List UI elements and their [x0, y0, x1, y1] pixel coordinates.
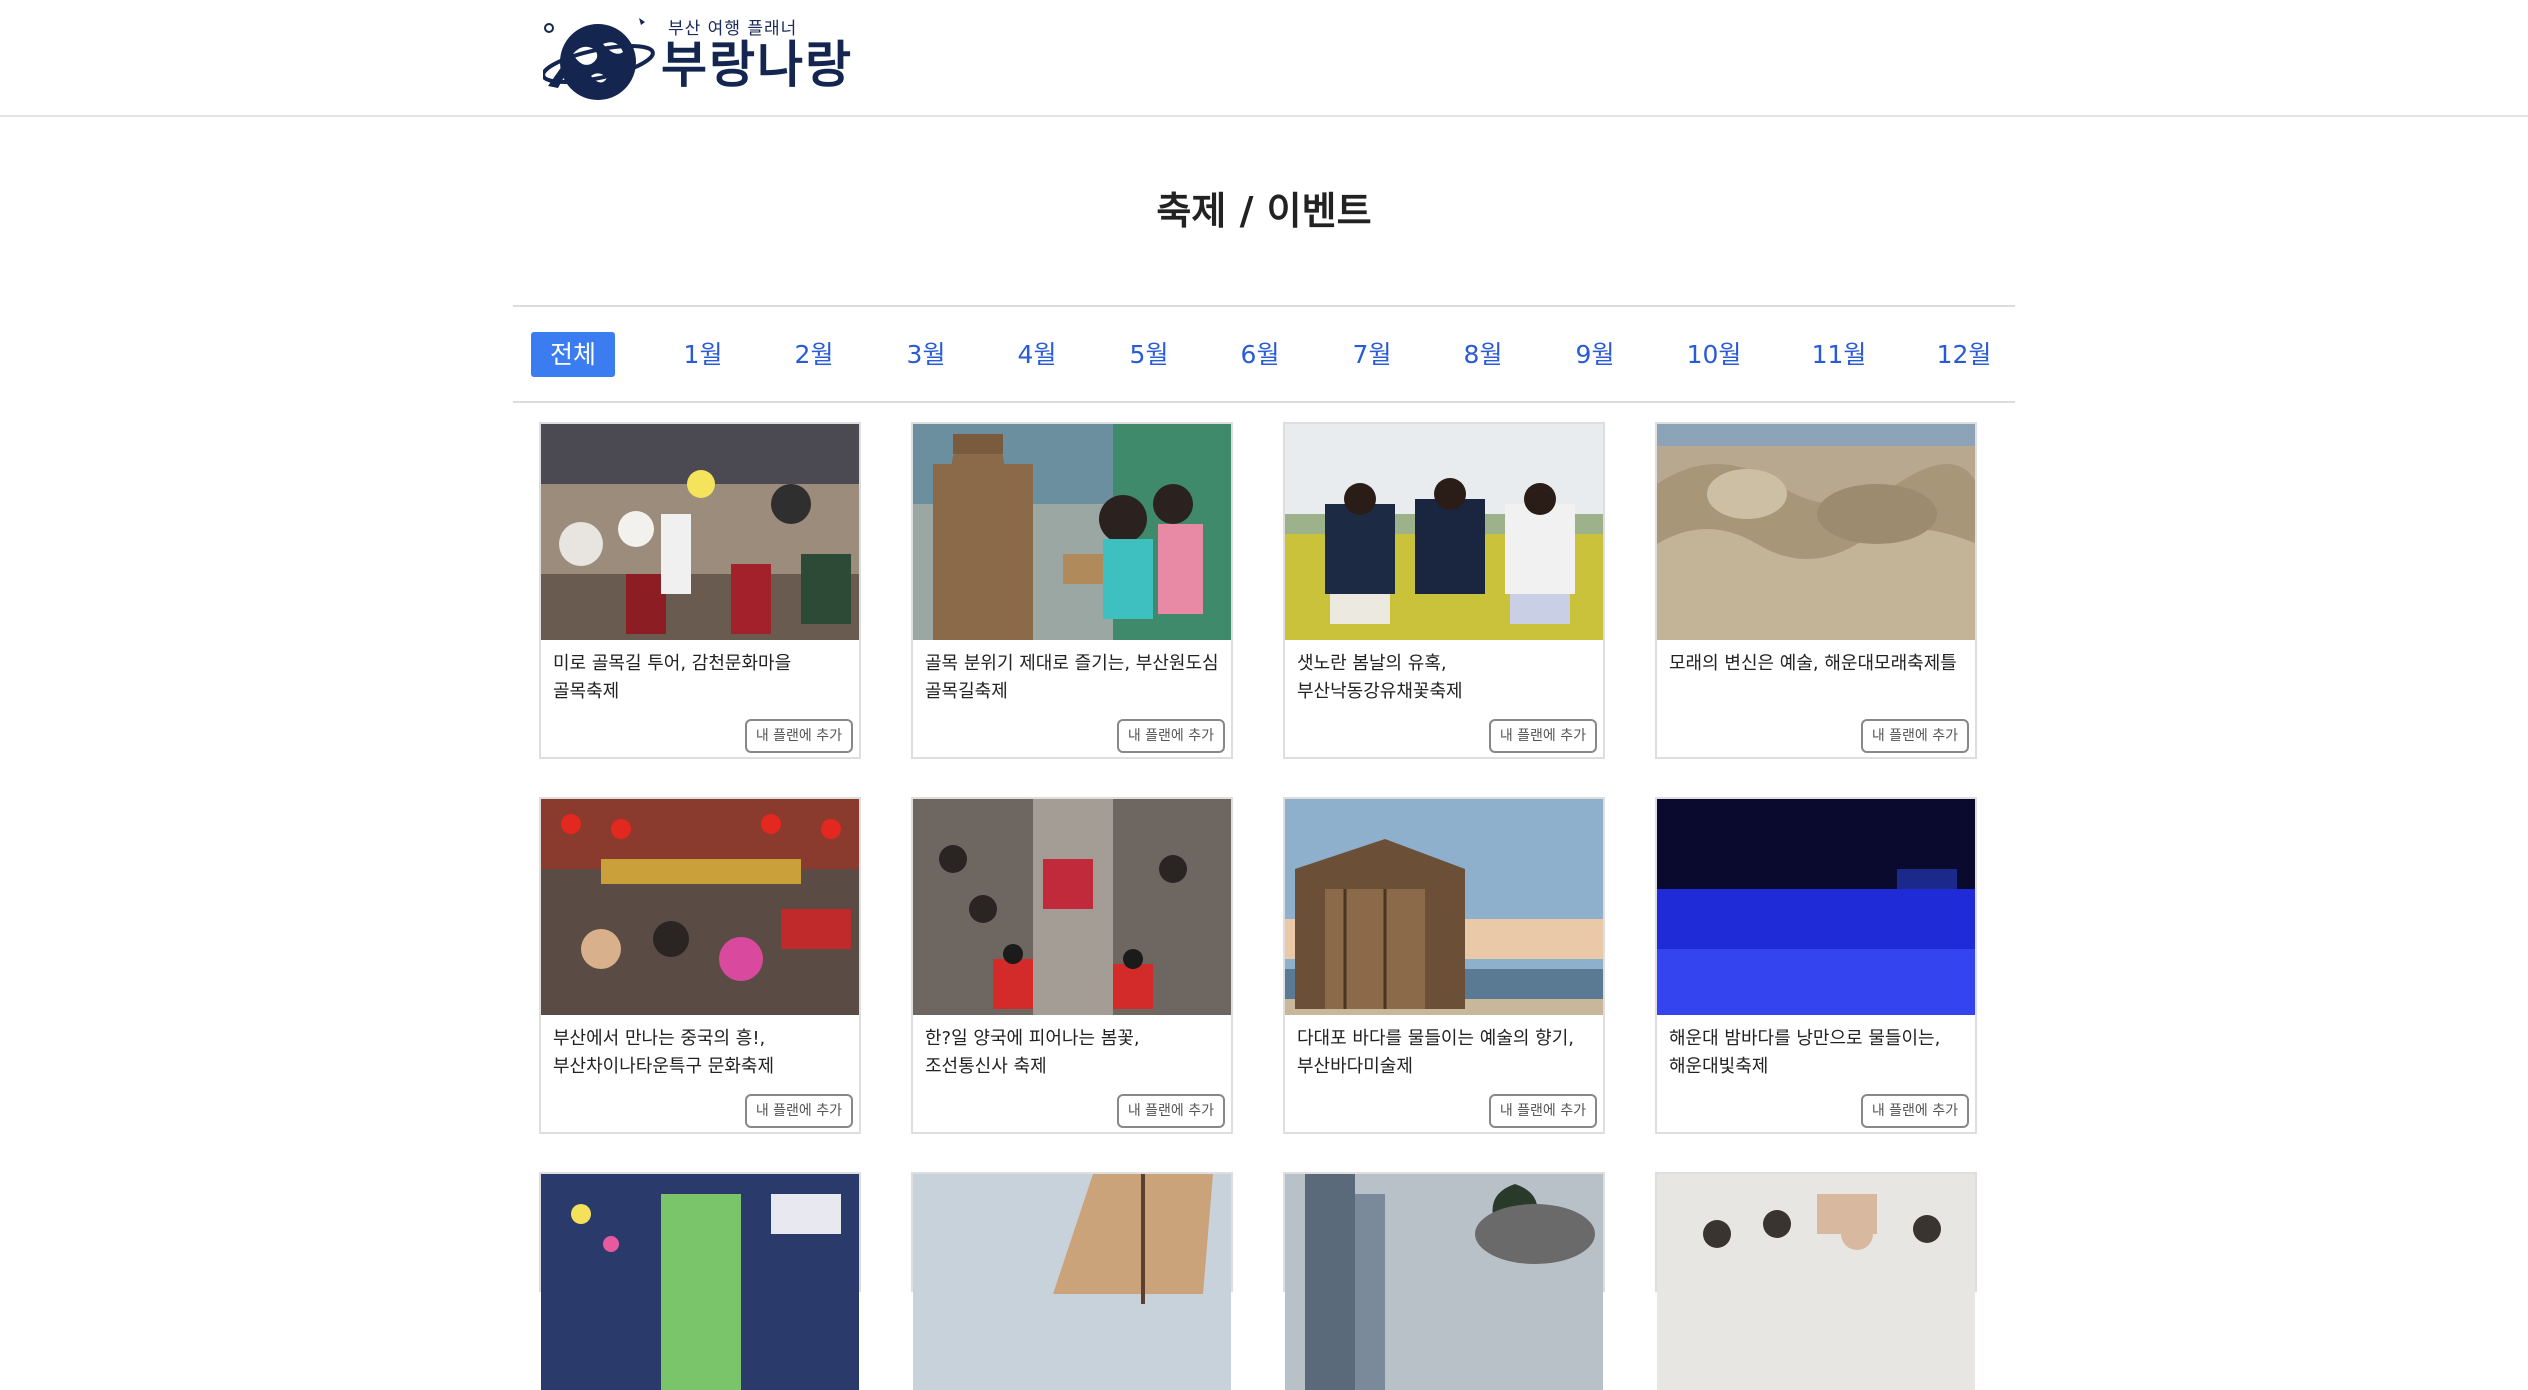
event-title: 골목 분위기 제대로 즐기는, 부산원도심 골목길축제 — [925, 653, 1219, 702]
month-tab-4[interactable]: 4월 — [994, 332, 1080, 377]
add-to-plan-button[interactable]: 내 플랜에 추가 — [1860, 719, 1969, 753]
event-card[interactable] — [1655, 1172, 1977, 1390]
event-card[interactable]: 부산에서 만나는 중국의 흥!, 부산차이나타운특구 문화축제 내 플랜에 추가 — [539, 797, 861, 1134]
add-to-plan-button[interactable]: 내 플랜에 추가 — [1860, 1094, 1969, 1128]
month-tab-all[interactable]: 전체 — [531, 332, 615, 377]
add-to-plan-button[interactable]: 내 플랜에 추가 — [1488, 1094, 1597, 1128]
month-tab-12[interactable]: 12월 — [1914, 332, 2014, 377]
site-header: 부산 여행 플래너 부랑나랑 — [0, 0, 2528, 117]
event-title: 샛노란 봄날의 유혹, 부산낙동강유채꽃축제 — [1297, 653, 1463, 702]
event-card[interactable] — [1283, 1172, 1605, 1390]
festival-parade-photo — [541, 424, 859, 640]
sand-sculpture-photo — [1657, 424, 1975, 640]
event-card[interactable] — [911, 1172, 1233, 1390]
add-to-plan-button[interactable]: 내 플랜에 추가 — [1116, 719, 1225, 753]
logo-name: 부랑나랑 — [661, 36, 853, 94]
event-card[interactable]: 해운대 밤바다를 낭만으로 물들이는, 해운대빛축제 내 플랜에 추가 — [1655, 797, 1977, 1134]
month-tab-3[interactable]: 3월 — [883, 332, 969, 377]
add-to-plan-button[interactable]: 내 플랜에 추가 — [1116, 1094, 1225, 1128]
canola-flower-photo — [1285, 424, 1603, 640]
event-title: 부산에서 만나는 중국의 흥!, 부산차이나타운특구 문화축제 — [553, 1028, 775, 1077]
event-title: 다대포 바다를 물들이는 예술의 향기, 부산바다미술제 — [1297, 1028, 1575, 1077]
month-filter-bar: 전체 1월 2월 3월 4월 5월 6월 7월 8월 9월 10월 11월 12… — [513, 305, 2015, 403]
light-street-photo — [541, 1174, 859, 1390]
month-tab-7[interactable]: 7월 — [1329, 332, 1415, 377]
add-to-plan-button[interactable]: 내 플랜에 추가 — [744, 719, 853, 753]
sailboat-photo — [913, 1174, 1231, 1390]
month-tab-2[interactable]: 2월 — [771, 332, 857, 377]
event-card[interactable]: 골목 분위기 제대로 즐기는, 부산원도심 골목길축제 내 플랜에 추가 — [911, 422, 1233, 759]
month-tab-8[interactable]: 8월 — [1440, 332, 1526, 377]
night-light-photo — [1657, 799, 1975, 1015]
event-title: 한?일 양국에 피어나는 봄꽃, 조선통신사 축제 — [925, 1028, 1140, 1077]
event-title: 모래의 변신은 예술, 해운대모래축제틀 — [1669, 653, 1957, 674]
event-title: 해운대 밤바다를 낭만으로 물들이는, 해운대빛축제 — [1669, 1028, 1941, 1077]
add-to-plan-button[interactable]: 내 플랜에 추가 — [744, 1094, 853, 1128]
event-card[interactable]: 샛노란 봄날의 유혹, 부산낙동강유채꽃축제 내 플랜에 추가 — [1283, 422, 1605, 759]
month-tab-9[interactable]: 9월 — [1552, 332, 1638, 377]
event-card[interactable]: 다대포 바다를 물들이는 예술의 향기, 부산바다미술제 내 플랜에 추가 — [1283, 797, 1605, 1134]
add-to-plan-button[interactable]: 내 플랜에 추가 — [1488, 719, 1597, 753]
sea-art-hut-photo — [1285, 799, 1603, 1015]
globe-logo-icon — [543, 18, 655, 100]
month-tab-10[interactable]: 10월 — [1664, 332, 1764, 377]
street-statue-photo — [913, 424, 1231, 640]
event-card[interactable]: 한?일 양국에 피어나는 봄꽃, 조선통신사 축제 내 플랜에 추가 — [911, 797, 1233, 1134]
event-card[interactable]: 모래의 변신은 예술, 해운대모래축제틀 내 플랜에 추가 — [1655, 422, 1977, 759]
month-tab-1[interactable]: 1월 — [660, 332, 746, 377]
beach-crowd-photo — [1657, 1174, 1975, 1390]
site-logo[interactable]: 부산 여행 플래너 부랑나랑 — [543, 4, 863, 104]
month-tab-11[interactable]: 11월 — [1789, 332, 1889, 377]
event-card[interactable] — [539, 1172, 861, 1390]
bonfire-photo — [1285, 1174, 1603, 1390]
month-tab-5[interactable]: 5월 — [1106, 332, 1192, 377]
chinatown-crowd-photo — [541, 799, 859, 1015]
event-card[interactable]: 미로 골목길 투어, 감천문화마을 골목축제 내 플랜에 추가 — [539, 422, 861, 759]
page-title: 축제 / 이벤트 — [1156, 189, 1372, 233]
procession-photo — [913, 799, 1231, 1015]
event-title: 미로 골목길 투어, 감천문화마을 골목축제 — [553, 653, 792, 702]
month-tab-6[interactable]: 6월 — [1217, 332, 1303, 377]
